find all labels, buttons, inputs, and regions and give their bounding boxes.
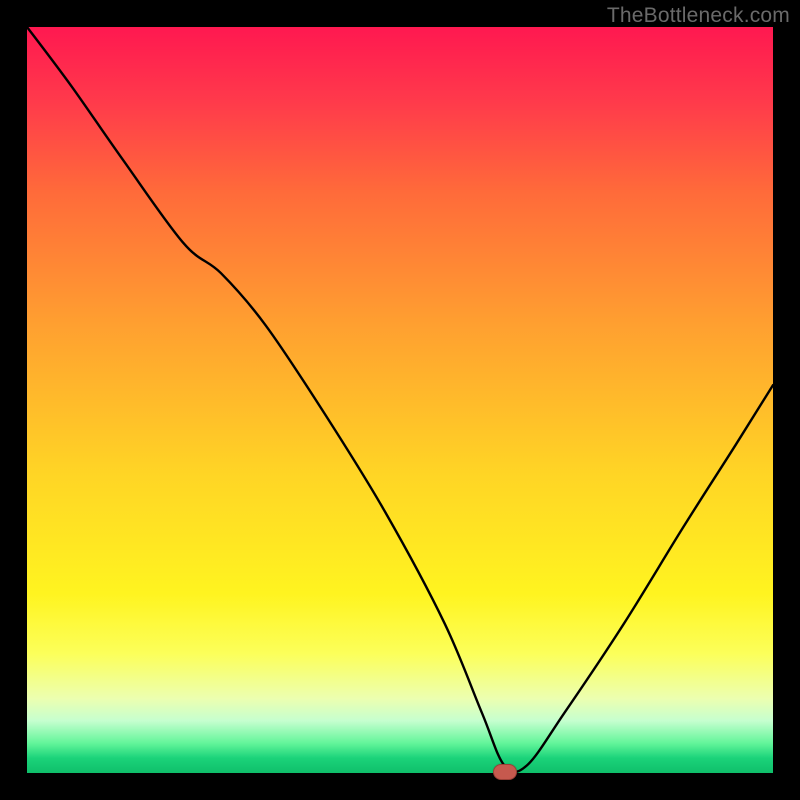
watermark-text: TheBottleneck.com bbox=[607, 4, 790, 28]
optimal-point-marker bbox=[493, 764, 517, 780]
plot-area bbox=[27, 27, 773, 773]
bottleneck-curve bbox=[27, 27, 773, 773]
chart-frame: TheBottleneck.com bbox=[0, 0, 800, 800]
